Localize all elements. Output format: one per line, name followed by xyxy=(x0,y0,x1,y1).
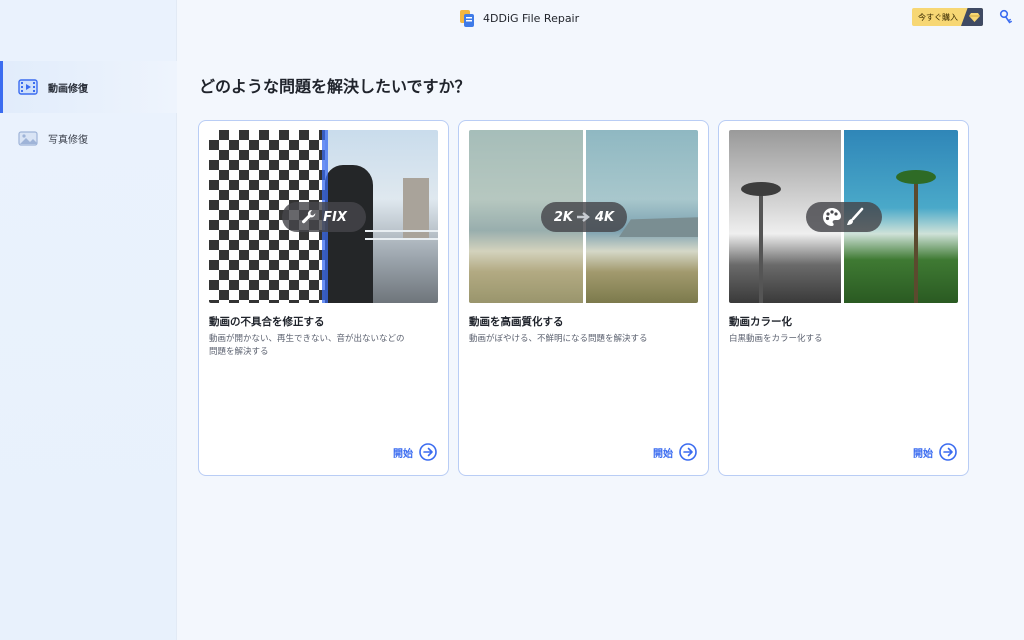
thumbnail-video-repair: FIX xyxy=(209,130,438,303)
sidebar-item-label: 動画修復 xyxy=(48,83,88,95)
card-video-colorize[interactable]: 動画カラー化 白黒動画をカラー化する 開始 xyxy=(718,120,969,476)
start-label: 開始 xyxy=(393,448,413,460)
resolution-from: 2K xyxy=(553,209,573,225)
key-icon[interactable] xyxy=(999,9,1013,26)
buy-now-button[interactable]: 今すぐ購入 xyxy=(912,8,983,26)
buy-now-label: 今すぐ購入 xyxy=(918,12,958,22)
building xyxy=(403,178,429,238)
start-button[interactable]: 開始 xyxy=(913,443,957,461)
start-label: 開始 xyxy=(653,448,673,460)
wrench-icon xyxy=(302,209,316,224)
sidebar: 動画修復 写真修復 xyxy=(0,0,177,640)
card-description: 白黒動画をカラー化する xyxy=(729,334,823,344)
arrow-right-circle-icon xyxy=(939,443,957,461)
card-description: 動画がぼやける、不鮮明になる問題を解決する xyxy=(469,334,648,344)
resolution-badge: 2K 4K xyxy=(541,202,627,232)
app-logo-icon xyxy=(460,9,474,27)
fix-badge: FIX xyxy=(282,202,366,232)
card-video-repair[interactable]: FIX 動画の不具合を修正する 動画が開かない、再生できない、音が出ないなどの問… xyxy=(198,120,449,476)
arrow-right-circle-icon xyxy=(419,443,437,461)
arrow-right-circle-icon xyxy=(679,443,697,461)
colorize-badge xyxy=(806,202,882,232)
palm-leaves xyxy=(896,170,936,184)
card-title: 動画の不具合を修正する xyxy=(209,316,325,328)
railing xyxy=(365,230,438,240)
card-title: 動画を高画質化する xyxy=(469,316,564,328)
sidebar-item-video-repair[interactable]: 動画修復 xyxy=(0,61,177,113)
card-description: 動画が開かない、再生できない、音が出ないなどの問題を解決する xyxy=(209,334,405,357)
diamond-icon xyxy=(961,8,983,26)
palm-trunk xyxy=(759,190,763,303)
thumbnail-video-enhance: 2K 4K xyxy=(469,130,698,303)
start-label: 開始 xyxy=(913,448,933,460)
palm-trunk xyxy=(914,180,918,303)
thumbnail-video-colorize xyxy=(729,130,958,303)
photo-icon xyxy=(18,131,38,146)
arrow-right-icon xyxy=(577,212,590,222)
palette-brush-icon xyxy=(823,207,864,226)
resolution-to: 4K xyxy=(595,209,615,225)
start-button[interactable]: 開始 xyxy=(393,443,437,461)
app-title: 4DDiG File Repair xyxy=(483,11,580,25)
palm-leaves xyxy=(741,182,781,196)
start-button[interactable]: 開始 xyxy=(653,443,697,461)
fix-badge-label: FIX xyxy=(323,209,347,225)
sidebar-item-label: 写真修復 xyxy=(48,134,88,146)
sidebar-item-photo-repair[interactable]: 写真修復 xyxy=(0,112,177,164)
video-icon xyxy=(18,79,38,95)
page-title: どのような問題を解決したいですか？ xyxy=(199,77,471,96)
app-title-bar: 4DDiG File Repair xyxy=(460,8,579,28)
card-title: 動画カラー化 xyxy=(729,316,792,328)
card-video-enhance[interactable]: 2K 4K 動画を高画質化する 動画がぼやける、不鮮明になる問題を解決する 開始 xyxy=(458,120,709,476)
